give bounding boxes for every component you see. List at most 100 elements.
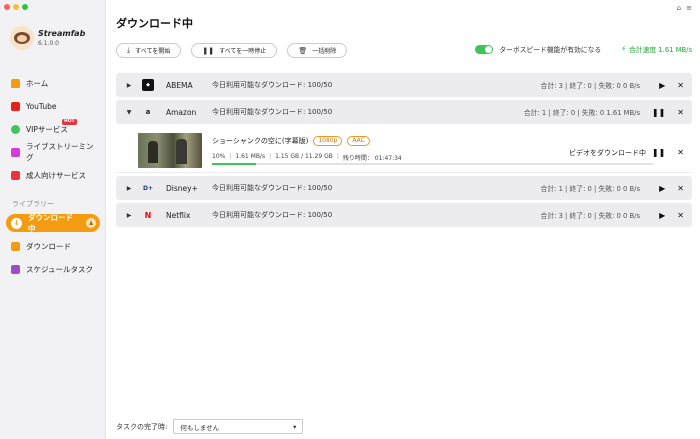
progress-fill bbox=[212, 163, 257, 165]
minimize-window-button[interactable] bbox=[13, 4, 19, 10]
chevron-right-icon[interactable]: ▶ bbox=[116, 212, 142, 219]
live-stream-icon bbox=[11, 147, 20, 157]
service-name: Netflix bbox=[166, 210, 191, 220]
app-window: Streamfab 6.1.0.0 ホーム YouTube VIPサービス HO… bbox=[0, 0, 700, 439]
sidebar-item-downloading[interactable]: ↓ ダウンロード中 ♟ bbox=[6, 213, 100, 233]
row-stats: 合計: 3 | 終了: 0 | 失敗: 0 0 B/s bbox=[540, 82, 640, 90]
store-icon[interactable]: ⌂ bbox=[677, 4, 681, 12]
pause-all-label: すべてを一時停止 bbox=[219, 48, 267, 55]
lightning-icon: ⚡ bbox=[621, 45, 626, 53]
menu-icon[interactable]: ≡ bbox=[686, 4, 692, 12]
vip-icon bbox=[11, 124, 20, 134]
pause-icon[interactable]: ❚❚ bbox=[652, 148, 665, 157]
play-icon[interactable]: ▶ bbox=[659, 184, 665, 193]
hot-badge: HOT bbox=[62, 119, 77, 125]
schedule-icon bbox=[11, 264, 20, 274]
start-all-button[interactable]: ⤓ すべてを開始 bbox=[116, 43, 182, 58]
service-row-amazon[interactable]: ▼ a Amazon 今日利用可能なダウンロード: 100/50 合計: 1 |… bbox=[116, 100, 692, 124]
completion-value: 何もしません bbox=[180, 423, 220, 432]
sidebar-item-adult[interactable]: 成人向けサービス bbox=[6, 166, 100, 184]
download-arrow-icon: ↓ bbox=[11, 217, 22, 229]
sidebar-item-label: VIPサービス bbox=[26, 124, 68, 134]
toolbar: ⤓ すべてを開始 ❚❚ すべてを一時停止 🗑 一括削除 bbox=[116, 43, 348, 58]
service-name: Amazon bbox=[166, 107, 197, 117]
sloth-logo-icon bbox=[10, 26, 34, 50]
row-stats: 合計: 1 | 終了: 0 | 失敗: 0 0 B/s bbox=[540, 185, 640, 193]
sidebar-item-schedule[interactable]: スケジュールタスク bbox=[6, 260, 100, 278]
available-downloads: 今日利用可能なダウンロード: 100/50 bbox=[212, 184, 333, 192]
task-title: ショーシャンクの空に(字幕版) bbox=[212, 137, 309, 145]
close-icon[interactable]: ✕ bbox=[677, 184, 684, 193]
chevron-right-icon[interactable]: ▶ bbox=[116, 82, 142, 89]
chevron-right-icon[interactable]: ▶ bbox=[116, 185, 142, 192]
audio-badge: AAC bbox=[347, 136, 370, 146]
completion-select[interactable]: 何もしません ▾ bbox=[173, 419, 304, 434]
library-section-label: ライブラリー bbox=[12, 200, 54, 208]
delete-all-label: 一括削除 bbox=[312, 48, 337, 55]
service-name: ABEMA bbox=[166, 80, 193, 90]
library-nav: ↓ ダウンロード中 ♟ ダウンロード スケジュールタスク bbox=[6, 213, 100, 283]
abema-icon: ◆ bbox=[142, 79, 154, 91]
queue-icon: ♟ bbox=[86, 218, 96, 228]
play-icon[interactable]: ▶ bbox=[659, 81, 665, 90]
top-icons: ⌂ ≡ bbox=[677, 4, 692, 12]
row-stats: 合計: 1 | 終了: 0 | 失敗: 0 1.61 MB/s bbox=[523, 109, 640, 117]
download-icon: ⤓ bbox=[127, 46, 131, 54]
video-thumbnail bbox=[138, 133, 202, 168]
pause-icon: ❚❚ bbox=[202, 46, 215, 55]
turbo-label: ターボスピード機能が有効になる bbox=[499, 46, 602, 54]
task-size: 1.15 GB / 11.29 GB bbox=[275, 153, 333, 160]
start-all-label: すべてを開始 bbox=[135, 48, 171, 55]
disney-icon: D+ bbox=[142, 184, 153, 192]
row-stats: 合計: 3 | 終了: 0 | 失敗: 0 0 B/s bbox=[540, 212, 640, 220]
sidebar-item-home[interactable]: ホーム bbox=[6, 74, 100, 92]
sidebar-item-label: スケジュールタスク bbox=[26, 264, 93, 274]
available-downloads: 今日利用可能なダウンロード: 100/50 bbox=[212, 211, 333, 219]
total-speed-value: 合計速度 1.61 MB/s bbox=[628, 46, 692, 54]
sidebar-item-label: ライブストリーミング bbox=[26, 142, 94, 162]
sidebar-item-live[interactable]: ライブストリーミング bbox=[6, 142, 100, 162]
total-speed: ⚡ 合計速度 1.61 MB/s bbox=[621, 44, 692, 54]
amazon-icon: a bbox=[145, 108, 151, 116]
sidebar: Streamfab 6.1.0.0 ホーム YouTube VIPサービス HO… bbox=[0, 0, 106, 439]
available-downloads: 今日利用可能なダウンロード: 100/50 bbox=[212, 81, 333, 89]
main-panel: ⌂ ≡ ダウンロード中 ⤓ すべてを開始 ❚❚ すべてを一時停止 🗑 一括削除 … bbox=[106, 0, 700, 439]
sidebar-item-youtube[interactable]: YouTube bbox=[6, 97, 100, 115]
netflix-icon: N bbox=[144, 210, 152, 220]
service-row-abema[interactable]: ▶ ◆ ABEMA 今日利用可能なダウンロード: 100/50 合計: 3 | … bbox=[116, 73, 692, 97]
pause-all-button[interactable]: ❚❚ すべてを一時停止 bbox=[191, 43, 278, 58]
app-version: 6.1.0.0 bbox=[38, 40, 59, 47]
close-icon[interactable]: ✕ bbox=[677, 108, 684, 117]
app-name: Streamfab bbox=[38, 29, 86, 38]
close-icon[interactable]: ✕ bbox=[677, 211, 684, 220]
completion-label: タスクの完了時: bbox=[116, 422, 168, 431]
task-status: ビデオをダウンロード中 bbox=[569, 149, 646, 157]
window-controls bbox=[4, 4, 28, 10]
youtube-icon bbox=[11, 101, 20, 111]
play-icon[interactable]: ▶ bbox=[659, 211, 665, 220]
home-icon bbox=[11, 78, 20, 88]
progress-bar bbox=[212, 163, 653, 165]
service-row-netflix[interactable]: ▶ N Netflix 今日利用可能なダウンロード: 100/50 合計: 3 … bbox=[116, 203, 692, 227]
service-row-disney[interactable]: ▶ D+ Disney+ 今日利用可能なダウンロード: 100/50 合計: 1… bbox=[116, 176, 692, 200]
close-icon[interactable]: ✕ bbox=[677, 148, 684, 157]
sidebar-item-downloaded[interactable]: ダウンロード bbox=[6, 237, 100, 255]
pause-icon[interactable]: ❚❚ bbox=[652, 108, 665, 117]
sidebar-item-label: 成人向けサービス bbox=[26, 170, 86, 180]
chevron-down-icon[interactable]: ▼ bbox=[116, 109, 142, 116]
sidebar-item-label: YouTube bbox=[26, 101, 57, 111]
sidebar-nav: ホーム YouTube VIPサービス HOT ライブストリーミング 成人向けサ… bbox=[6, 74, 100, 189]
sidebar-item-vip[interactable]: VIPサービス HOT bbox=[6, 119, 100, 138]
completion-action: タスクの完了時: 何もしません ▾ bbox=[116, 419, 304, 434]
delete-all-button[interactable]: 🗑 一括削除 bbox=[287, 43, 348, 58]
task-info: 10% | 1.61 MB/s | 1.15 GB / 11.29 GB | 残… bbox=[212, 153, 402, 162]
close-window-button[interactable] bbox=[4, 4, 10, 10]
turbo-toggle[interactable] bbox=[475, 44, 494, 54]
task-speed: 1.61 MB/s bbox=[235, 153, 266, 160]
folder-icon bbox=[11, 241, 20, 251]
chevron-down-icon: ▾ bbox=[293, 422, 297, 431]
sidebar-item-label: ダウンロード中 bbox=[28, 213, 73, 233]
close-icon[interactable]: ✕ bbox=[677, 81, 684, 90]
sidebar-item-label: ホーム bbox=[26, 78, 49, 88]
maximize-window-button[interactable] bbox=[22, 4, 28, 10]
